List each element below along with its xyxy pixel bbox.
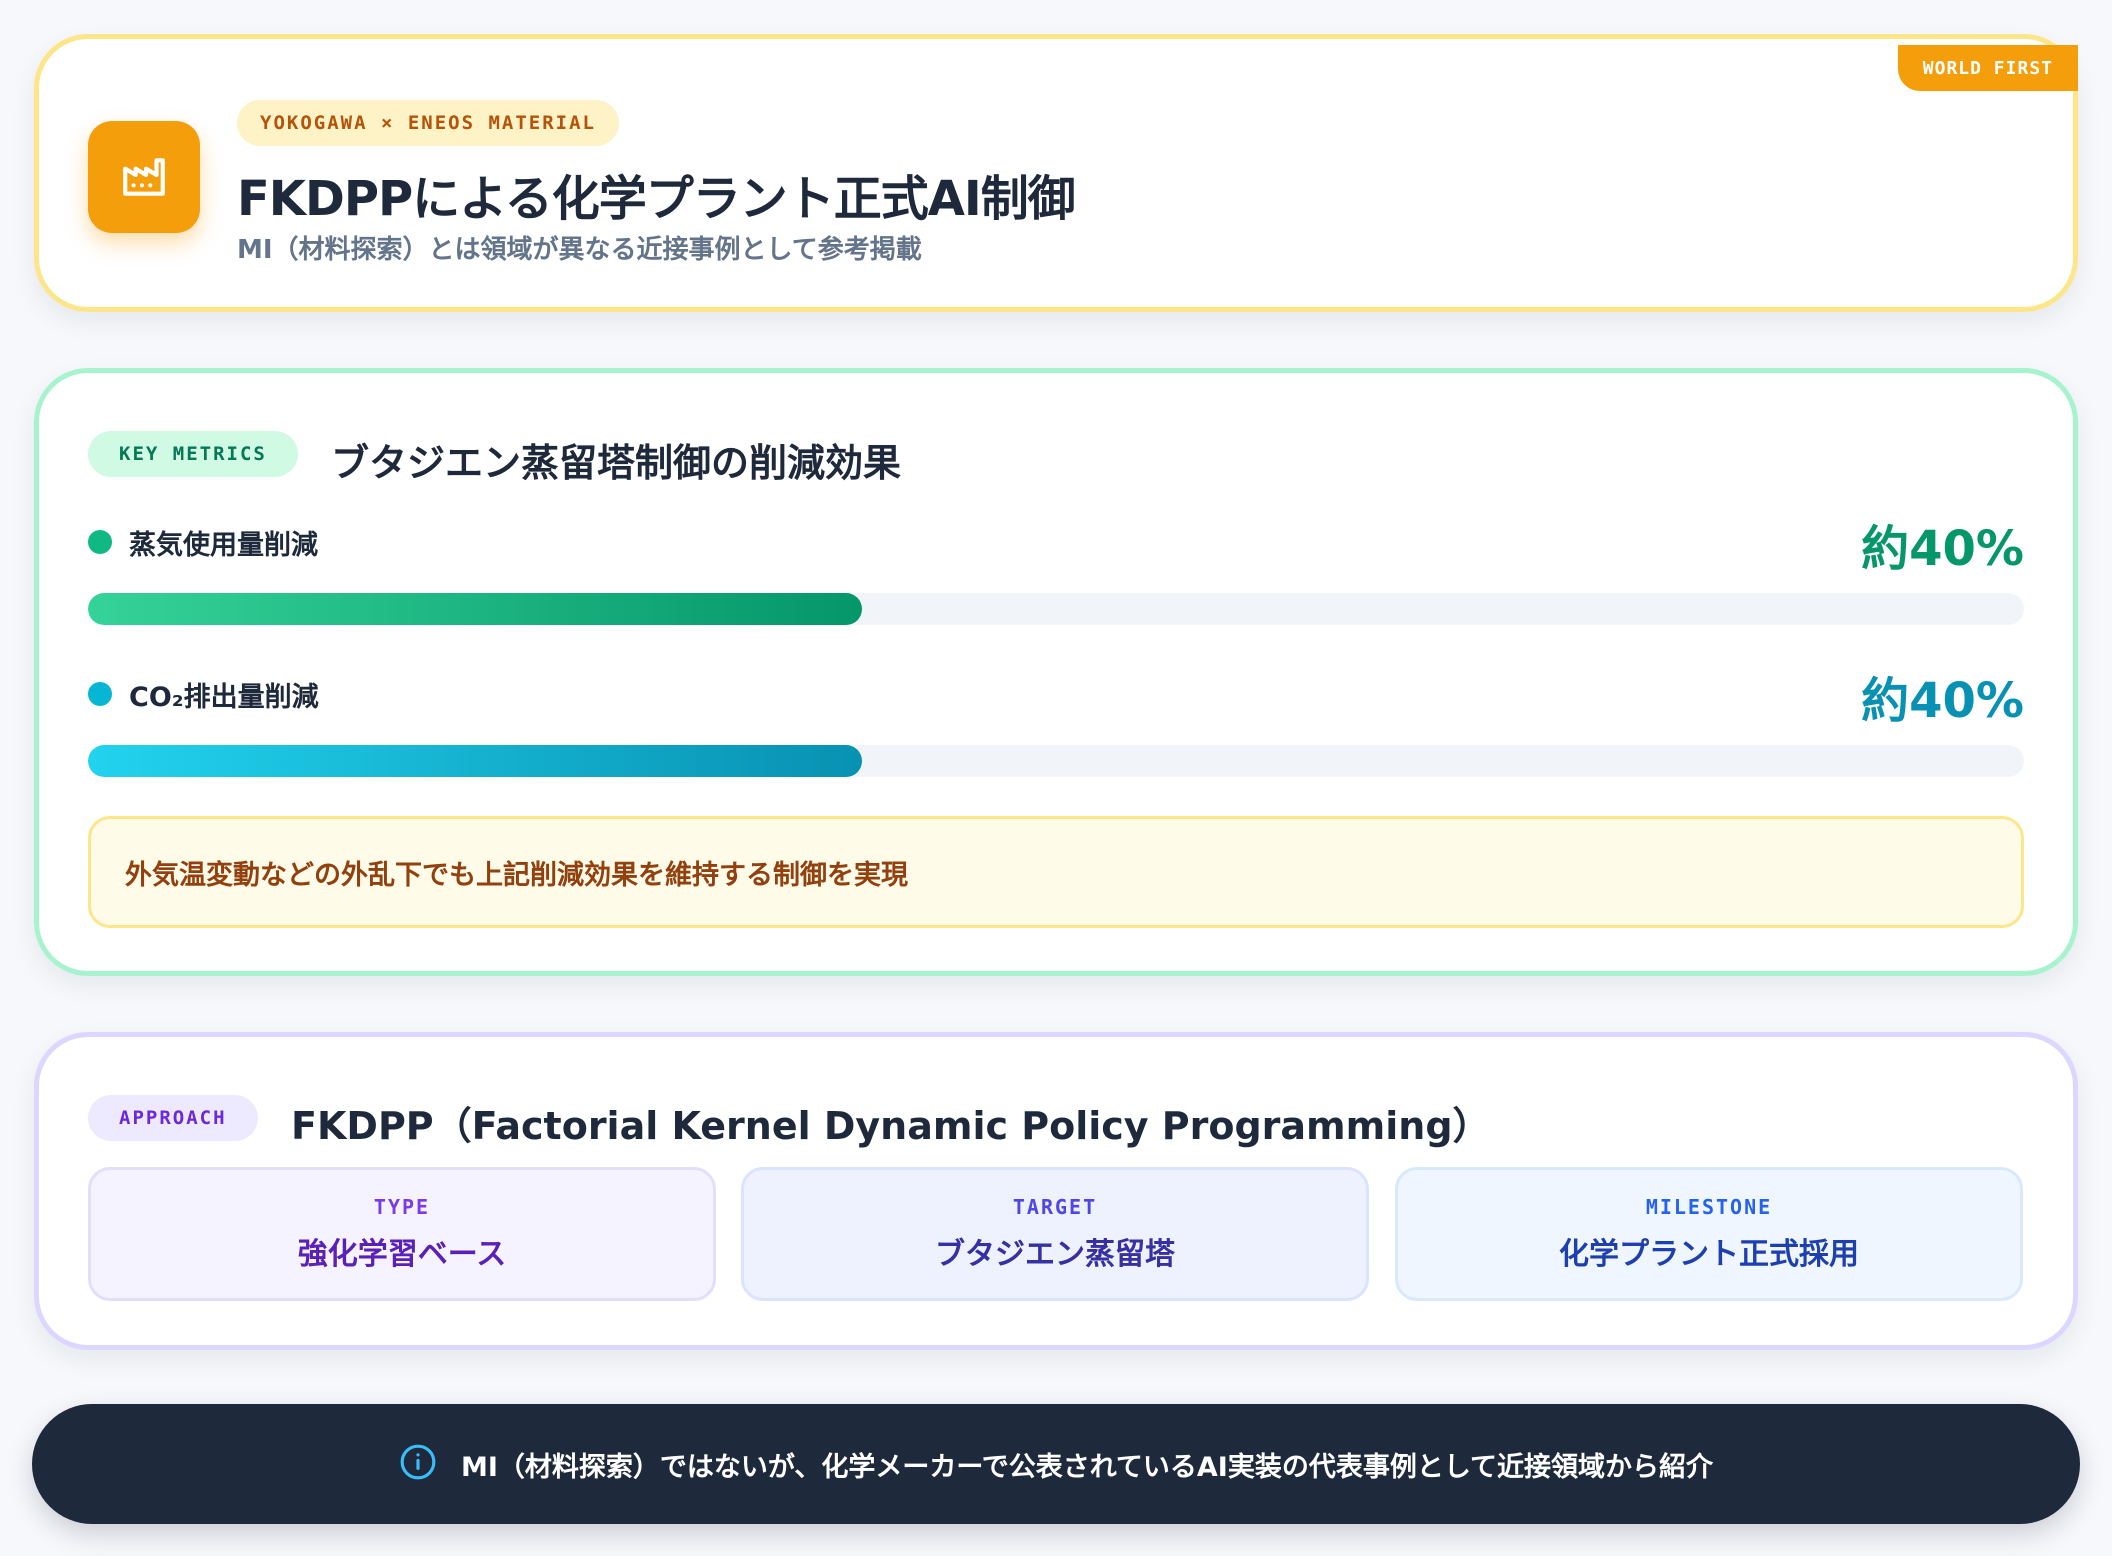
- factory-icon: [88, 121, 200, 233]
- progress-track-steam: [88, 593, 2024, 625]
- metric-value-steam: 約40%: [1861, 521, 2024, 577]
- type-tile: TYPE 強化学習ベース: [88, 1167, 716, 1301]
- page-title: FKDPPによる化学プラント正式AI制御: [237, 171, 1076, 227]
- approach-card: APPROACH FKDPP（Factorial Kernel Dynamic …: [34, 1032, 2078, 1350]
- metrics-card: KEY METRICS ブタジエン蒸留塔制御の削減効果 蒸気使用量削減 約40%…: [34, 368, 2078, 976]
- target-value: ブタジエン蒸留塔: [935, 1237, 1175, 1272]
- info-icon: [399, 1443, 437, 1485]
- metric-value-co2: 約40%: [1861, 673, 2024, 729]
- progress-fill-steam: [88, 593, 863, 625]
- partner-tag: YOKOGAWA × ENEOS MATERIAL: [237, 100, 619, 146]
- type-label: TYPE: [373, 1195, 431, 1219]
- approach-tag: APPROACH: [88, 1095, 258, 1141]
- key-metrics-tag: KEY METRICS: [88, 431, 298, 477]
- milestone-value: 化学プラント正式採用: [1559, 1237, 1859, 1272]
- note-box: 外気温変動などの外乱下でも上記削減効果を維持する制御を実現: [88, 816, 2024, 928]
- progress-fill-co2: [88, 745, 863, 777]
- footer-banner: MI（材料探索）ではないが、化学メーカーで公表されているAI実装の代表事例として…: [32, 1404, 2080, 1524]
- type-value: 強化学習ベース: [297, 1237, 507, 1272]
- metrics-title: ブタジエン蒸留塔制御の削減効果: [331, 441, 902, 485]
- target-tile: TARGET ブタジエン蒸留塔: [741, 1167, 1369, 1301]
- footer-text: MI（材料探索）ではないが、化学メーカーで公表されているAI実装の代表事例として…: [460, 1451, 1714, 1483]
- metric-dot-co2: [88, 682, 112, 706]
- milestone-label: MILESTONE: [1645, 1195, 1773, 1219]
- metric-dot-steam: [88, 530, 112, 554]
- metric-label-co2: CO₂排出量削減: [129, 682, 319, 713]
- page-subtitle: MI（材料探索）とは領域が異なる近接事例として参考掲載: [237, 235, 922, 265]
- world-first-badge: WORLD FIRST: [1897, 45, 2078, 91]
- milestone-tile: MILESTONE 化学プラント正式採用: [1395, 1167, 2023, 1301]
- progress-track-co2: [88, 745, 2024, 777]
- metric-label-steam: 蒸気使用量削減: [129, 530, 318, 561]
- header-card: WORLD FIRST YOKOGAWA × ENEOS MATERIAL FK…: [34, 34, 2078, 312]
- approach-title: FKDPP（Factorial Kernel Dynamic Policy Pr…: [291, 1104, 1491, 1148]
- target-label: TARGET: [1012, 1195, 1098, 1219]
